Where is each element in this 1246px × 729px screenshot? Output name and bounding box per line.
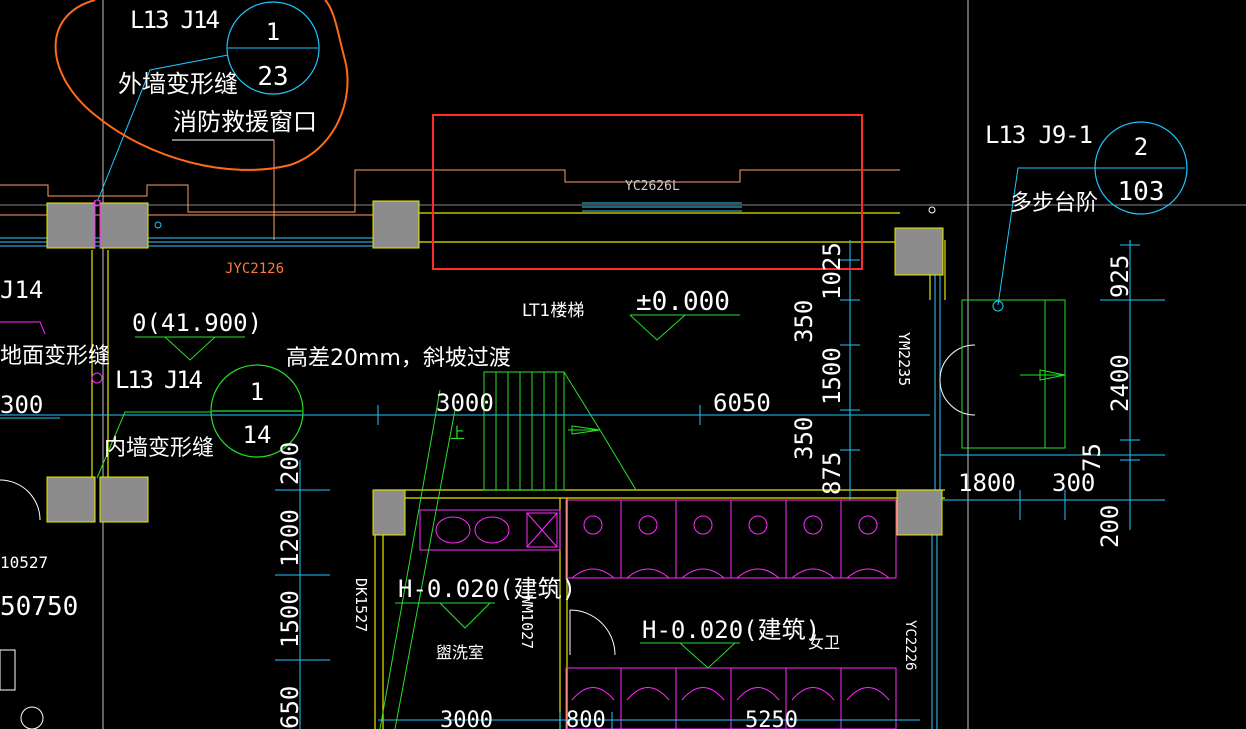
stair-up-label: 上 bbox=[450, 424, 465, 442]
dim-5250: 5250 bbox=[745, 708, 798, 729]
callout-ref-mid-left: L13 J14 bbox=[115, 366, 203, 394]
dim-1200: 1200 bbox=[276, 509, 304, 567]
slope-note: 高差20mm，斜坡过渡 bbox=[286, 346, 511, 371]
elevation-3: H-0.020(建筑) bbox=[398, 575, 576, 603]
dim-3000-lower: 3000 bbox=[440, 708, 493, 729]
callout-ref-top-left: L13 J14 bbox=[130, 6, 220, 34]
washroom-label: 盥洗室 bbox=[436, 643, 484, 662]
dim-875: 875 bbox=[818, 452, 846, 495]
callout-num-mid-left: 1 bbox=[250, 378, 264, 406]
callout-page-top-right: 103 bbox=[1118, 177, 1165, 207]
callout-page-mid-left: 14 bbox=[243, 421, 272, 449]
window-code-jyc2126: JYC2126 bbox=[225, 261, 284, 277]
dim-800: 800 bbox=[566, 708, 606, 729]
left-edge-dim2: 50750 bbox=[0, 592, 78, 622]
fire-rescue-window-label: 消防救援窗口 bbox=[173, 108, 317, 136]
interior-joint-label: 内墙变形缝 bbox=[104, 436, 214, 461]
dim-1800: 1800 bbox=[958, 469, 1016, 497]
dim-200-right: 200 bbox=[1096, 505, 1124, 548]
elevation-2: ±0.000 bbox=[636, 287, 730, 317]
left-edge-dim: 300 bbox=[0, 391, 43, 419]
dim-1500-b: 1500 bbox=[276, 590, 304, 648]
left-edge-ref: J14 bbox=[0, 276, 43, 304]
dim-200-left: 200 bbox=[276, 442, 304, 485]
dim-1025: 1025 bbox=[818, 242, 846, 300]
dim-1500-a: 1500 bbox=[818, 347, 846, 405]
window-code-yc2226: YC2226 bbox=[902, 620, 918, 671]
cad-drawing-canvas: L13 J14 1 23 外墙变形缝 消防救援窗口 L13 J9-1 2 103… bbox=[0, 0, 1246, 729]
callout-circles bbox=[210, 1, 1188, 458]
stair-lt1 bbox=[483, 371, 637, 491]
exterior-joint-label: 外墙变形缝 bbox=[118, 70, 238, 98]
window-code-yc2626l: YC2626L bbox=[625, 179, 680, 194]
sinks-and-toilets bbox=[419, 499, 897, 729]
elevation-1: 0(41.900) bbox=[132, 309, 262, 337]
window-code-dk1527: DK1527 bbox=[352, 578, 370, 632]
dim-3000-upper: 3000 bbox=[436, 389, 494, 417]
dim-75: 75 bbox=[1078, 443, 1106, 472]
female-toilet-label: 女卫 bbox=[808, 633, 840, 652]
callout-page-top-left: 23 bbox=[257, 62, 288, 92]
right-steps bbox=[961, 299, 1066, 449]
dim-650: 650 bbox=[276, 686, 304, 729]
left-edge-code: 10527 bbox=[0, 553, 48, 572]
multi-step-label: 多步台阶 bbox=[1010, 191, 1098, 216]
dim-925: 925 bbox=[1106, 255, 1134, 298]
door-code-ym2235: YM2235 bbox=[895, 332, 913, 386]
door-code-wm1027: WM1027 bbox=[518, 595, 536, 649]
dim-6050: 6050 bbox=[713, 389, 771, 417]
dim-2400: 2400 bbox=[1106, 354, 1134, 412]
callout-num-top-left: 1 bbox=[266, 18, 280, 46]
dim-350-a: 350 bbox=[790, 300, 818, 343]
floor-joint-label: 地面变形缝 bbox=[0, 344, 110, 369]
stair-label: LT1楼梯 bbox=[522, 301, 584, 321]
callout-num-top-right: 2 bbox=[1134, 133, 1148, 161]
elevation-4: H-0.020(建筑) bbox=[642, 616, 820, 644]
dim-300: 300 bbox=[1052, 469, 1095, 497]
dim-350-b: 350 bbox=[790, 417, 818, 460]
callout-ref-top-right: L13 J9-1 bbox=[985, 121, 1093, 149]
